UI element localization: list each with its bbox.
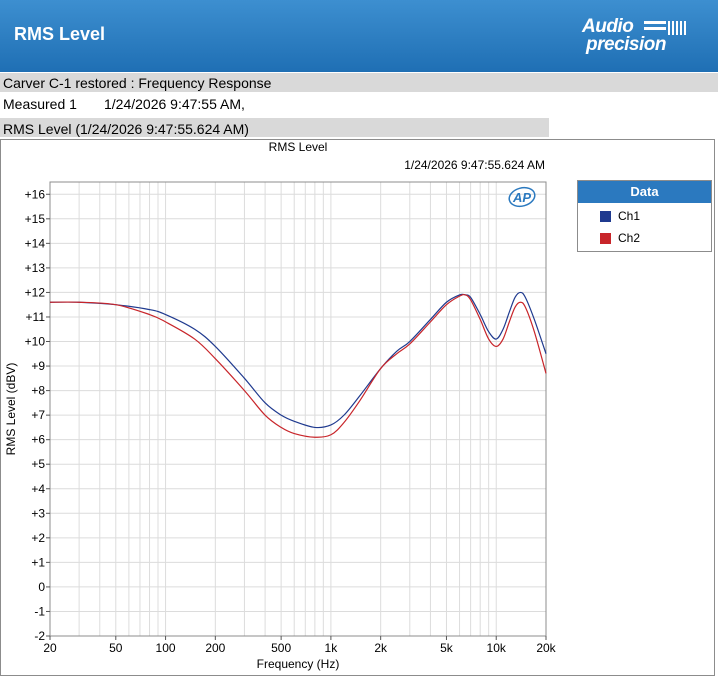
logo-text-precision: precision xyxy=(586,34,666,55)
y-tick-label: +16 xyxy=(25,187,46,201)
x-axis-label: Frequency (Hz) xyxy=(257,657,340,671)
y-tick-label: +15 xyxy=(25,212,46,226)
y-tick-label: 0 xyxy=(38,580,45,594)
x-tick-label: 2k xyxy=(374,641,388,655)
measurement-label: Measured 1 xyxy=(3,96,77,112)
x-tick-label: 100 xyxy=(156,641,176,655)
page-title: RMS Level xyxy=(14,24,106,44)
y-axis-ticks: -2-10+1+2+3+4+5+6+7+8+9+10+11+12+13+14+1… xyxy=(25,187,50,643)
measurement-time: 1/24/2026 9:47:55 AM, xyxy=(104,96,245,112)
y-tick-label: +10 xyxy=(25,335,46,349)
legend-swatch-ch1 xyxy=(600,211,611,222)
y-tick-label: +4 xyxy=(31,482,45,496)
series-line-ch1 xyxy=(49,291,547,429)
x-tick-label: 10k xyxy=(487,641,507,655)
ap-watermark-icon: AP xyxy=(508,186,536,208)
y-tick-label: -1 xyxy=(34,604,45,618)
x-tick-label: 20k xyxy=(536,641,556,655)
x-axis-ticks: 20 50 100 200 500 1k 2k 5k 10k 20k xyxy=(43,636,557,655)
y-tick-label: +11 xyxy=(26,310,46,324)
y-tick-label: +9 xyxy=(31,359,45,373)
x-tick-label: 1k xyxy=(325,641,339,655)
graph-tab-label: RMS Level (1/24/2026 9:47:55.624 AM) xyxy=(3,121,249,137)
y-axis-label: RMS Level (dBV) xyxy=(4,363,18,456)
y-tick-label: +8 xyxy=(31,384,45,398)
y-tick-label: +7 xyxy=(31,408,45,422)
legend-label-ch2: Ch2 xyxy=(618,231,641,245)
chart-grid xyxy=(50,182,546,636)
y-tick-label: +13 xyxy=(25,261,46,275)
y-tick-label: +12 xyxy=(25,285,46,299)
y-tick-label: +6 xyxy=(31,433,45,447)
project-title: Carver C-1 restored : Frequency Response xyxy=(3,75,272,91)
chart-subtitle: 1/24/2026 9:47:55.624 AM xyxy=(404,158,545,172)
x-tick-label: 200 xyxy=(205,641,225,655)
plot-area xyxy=(49,181,547,637)
y-tick-label: +1 xyxy=(31,555,45,569)
graph-tab[interactable]: RMS Level (1/24/2026 9:47:55.624 AM) xyxy=(0,118,549,137)
app-header: RMS Level Audio precision xyxy=(0,0,718,72)
x-tick-label: 50 xyxy=(109,641,123,655)
y-tick-label: +2 xyxy=(31,531,45,545)
y-tick-label: +5 xyxy=(31,457,45,471)
y-tick-label: +14 xyxy=(25,236,46,250)
measurement-bar: Measured 1 1/24/2026 9:47:55 AM, xyxy=(0,94,718,113)
y-tick-label: +3 xyxy=(31,506,45,520)
x-tick-label: 20 xyxy=(43,641,57,655)
legend-label-ch1: Ch1 xyxy=(618,209,641,223)
audio-precision-logo: Audio precision xyxy=(580,12,692,58)
project-bar: Carver C-1 restored : Frequency Response xyxy=(0,73,718,92)
chart-legend: Data Ch1 Ch2 xyxy=(577,180,712,252)
legend-title: Data xyxy=(578,181,711,203)
legend-swatch-ch2 xyxy=(600,233,611,244)
chart-title: RMS Level xyxy=(269,140,328,154)
ap-watermark-text: AP xyxy=(512,190,531,205)
x-tick-label: 5k xyxy=(440,641,454,655)
x-tick-label: 500 xyxy=(271,641,291,655)
